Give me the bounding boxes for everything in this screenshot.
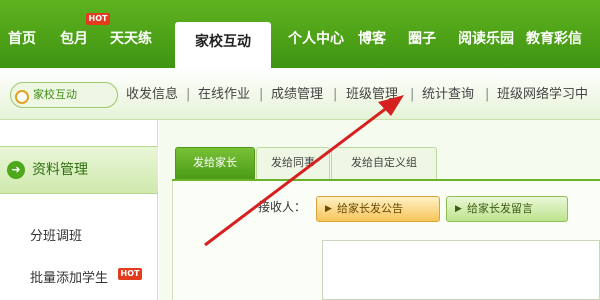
tab-send-to-parents[interactable]: 发给家长 [175, 147, 255, 179]
nav-daily-practice[interactable]: 天天练 [110, 28, 152, 50]
hot-badge: HOT [86, 13, 110, 25]
chevron-right-icon: ▶ [455, 204, 462, 214]
sub-nav-grades[interactable]: 成绩管理 [271, 86, 323, 104]
recipient-label: 接收人： [258, 200, 307, 214]
hot-badge: HOT [118, 268, 142, 280]
sub-nav-messages[interactable]: 收发信息 [126, 86, 178, 104]
nav-personal-center[interactable]: 个人中心 [288, 28, 344, 50]
sidebar-item-class-transfer[interactable]: 分班调班 [30, 228, 82, 246]
separator: | [410, 87, 415, 102]
parent-message-button[interactable]: ▶ 给家长发留言 [446, 196, 568, 222]
message-textbox[interactable] [322, 240, 600, 300]
sub-nav-online-learning[interactable]: 班级网络学习中 [497, 86, 600, 104]
arrow-right-icon: ➜ [7, 161, 25, 179]
nav-blog[interactable]: 博客 [358, 28, 386, 50]
parent-announcement-button[interactable]: ▶ 给家长发公告 [316, 196, 440, 222]
nav-reading[interactable]: 阅读乐园 [458, 28, 514, 50]
nav-home-school[interactable]: 家校互动 [175, 22, 271, 68]
sub-nav-current[interactable]: 家校互动 [10, 82, 118, 108]
sub-nav-class-mgmt[interactable]: 班级管理 [346, 86, 398, 104]
sub-nav-homework[interactable]: 在线作业 [198, 86, 250, 104]
separator: | [333, 87, 338, 102]
separator: | [186, 87, 191, 102]
nav-home[interactable]: 首页 [8, 28, 36, 50]
separator: | [485, 87, 490, 102]
separator: | [259, 87, 264, 102]
tab-send-to-custom-group[interactable]: 发给自定义组 [331, 147, 437, 179]
chevron-right-icon: ▶ [325, 204, 332, 214]
nav-monthly[interactable]: 包月 [60, 28, 88, 50]
sub-nav-current-label: 家校互动 [33, 88, 77, 101]
sub-nav-statistics[interactable]: 统计查询 [422, 86, 474, 104]
sidebar-header-label: 资料管理 [32, 162, 88, 178]
tab-send-to-colleagues[interactable]: 发给同事 [256, 147, 330, 179]
button-label: 给家长发公告 [337, 202, 403, 215]
button-label: 给家长发留言 [467, 202, 533, 215]
nav-edu-mms[interactable]: 教育彩信 [526, 28, 582, 50]
sidebar-item-batch-add-students[interactable]: 批量添加学生 [30, 270, 108, 288]
nav-circles[interactable]: 圈子 [408, 28, 436, 50]
